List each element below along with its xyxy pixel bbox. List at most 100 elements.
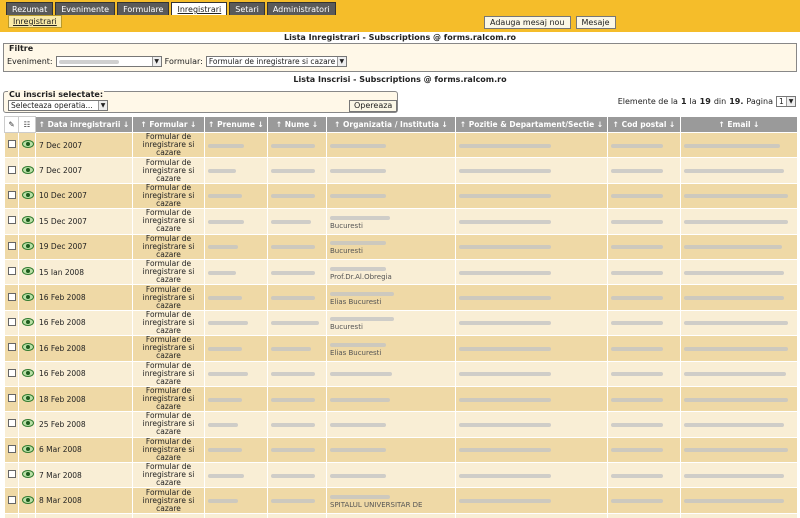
view-eye-icon[interactable] [22, 140, 34, 149]
main-tabs: Rezumat Evenimente Formulare Inregistrar… [6, 2, 336, 15]
view-eye-icon[interactable] [22, 495, 34, 504]
col-email-header[interactable]: ↑ Email ↓ [680, 116, 798, 133]
add-message-button[interactable]: Adauga mesaj nou [484, 16, 571, 29]
row-checkbox[interactable] [8, 165, 16, 174]
tab-formulare[interactable]: Formulare [117, 2, 170, 15]
view-eye-icon[interactable] [22, 267, 34, 276]
view-eye-icon[interactable] [22, 419, 34, 428]
tab-inregistrari[interactable]: Inregistrari [171, 2, 228, 15]
col-firstname-header[interactable]: ↑ Prenume ↓ [204, 116, 268, 133]
row-view-cell [18, 233, 36, 260]
row-checkbox[interactable] [8, 470, 16, 479]
row-checkbox-cell [4, 182, 19, 210]
blurred-text [208, 169, 236, 174]
view-eye-icon[interactable] [22, 444, 34, 453]
blurred-text [208, 143, 244, 148]
row-checkbox[interactable] [8, 368, 16, 377]
table-row: 15 Ian 2008 Formular de inregistrare si c… [4, 258, 798, 286]
col-date-header[interactable]: ↑ Data inregistrarii ↓ [35, 116, 133, 133]
blurred-text [208, 270, 236, 275]
row-checkbox[interactable] [8, 444, 16, 453]
row-postal [607, 512, 681, 518]
form-select[interactable]: Formular de inregistrare si cazare ▼ [205, 56, 347, 67]
row-view-cell [18, 157, 36, 184]
row-checkbox[interactable] [8, 495, 16, 504]
row-checkbox[interactable] [8, 292, 16, 301]
blurred-text [330, 194, 386, 199]
row-checkbox[interactable] [8, 317, 16, 326]
col-position-header[interactable]: ↑ Pozitie & Departament/Sectie ↓ [455, 116, 608, 133]
blurred-text [459, 169, 551, 174]
subtab-inregistrari[interactable]: Inregistrari [8, 15, 62, 28]
blurred-text [330, 143, 386, 148]
blurred-text [330, 495, 390, 500]
top-actions: Adauga mesaj nou Mesaje [484, 16, 616, 29]
row-checkbox-cell [4, 360, 19, 387]
blurred-text [459, 270, 551, 275]
row-firstname [204, 309, 268, 337]
view-eye-icon[interactable] [22, 470, 34, 479]
view-eye-icon[interactable] [22, 241, 34, 250]
row-checkbox[interactable] [8, 419, 16, 428]
row-date: 18 Feb 2008 [35, 385, 133, 413]
blurred-text [330, 292, 394, 297]
pager-to: 19 [699, 97, 711, 106]
operation-select[interactable]: Selecteaza operatia... ▼ [8, 100, 108, 111]
row-position [455, 487, 608, 514]
blurred-text [271, 245, 315, 250]
row-view-cell [18, 360, 36, 387]
row-checkbox[interactable] [8, 394, 16, 403]
tab-rezumat[interactable]: Rezumat [6, 2, 54, 15]
row-postal [607, 385, 681, 413]
row-checkbox-cell [4, 131, 19, 159]
view-eye-icon[interactable] [22, 368, 34, 377]
view-eye-icon[interactable] [22, 190, 34, 199]
messages-button[interactable]: Mesaje [575, 16, 616, 29]
tab-administratori[interactable]: Administratori [266, 2, 336, 15]
row-organization [326, 360, 456, 387]
view-eye-icon[interactable] [22, 292, 34, 301]
row-email [680, 309, 798, 337]
row-checkbox[interactable] [8, 140, 16, 149]
row-date: 16 Feb 2008 [35, 360, 133, 387]
blurred-text [459, 296, 551, 301]
row-form: Formular de inregistrare si cazare [132, 487, 205, 514]
subscribers-title: Lista Inscrisi - Subscriptions @ forms.r… [293, 75, 507, 84]
page-select-value: 1 [779, 97, 784, 106]
table-row: 10 Dec 2007 Formular de inregistrare si c… [4, 182, 798, 210]
view-eye-icon[interactable] [22, 216, 34, 225]
col-lastname-header[interactable]: ↑ Nume ↓ [267, 116, 327, 133]
row-checkbox[interactable] [8, 343, 16, 352]
table-row: 7 Dec 2007 Formular de inregistrare si ca… [4, 131, 798, 159]
blurred-text [271, 422, 315, 427]
view-eye-icon[interactable] [22, 343, 34, 352]
blurred-text [611, 219, 663, 224]
view-eye-icon[interactable] [22, 165, 34, 174]
row-postal [607, 233, 681, 260]
apply-operation-button[interactable]: Opereaza [349, 100, 398, 112]
blurred-text [459, 245, 551, 250]
row-checkbox[interactable] [8, 216, 16, 225]
col-organization-header[interactable]: ↑ Organizatia / Institutia ↓ [326, 116, 456, 133]
tab-evenimente[interactable]: Evenimente [55, 2, 116, 15]
row-firstname [204, 258, 268, 286]
row-checkbox[interactable] [8, 190, 16, 199]
row-position [455, 157, 608, 184]
col-postal-header[interactable]: ↑ Cod postal ↓ [607, 116, 681, 133]
row-checkbox[interactable] [8, 241, 16, 250]
row-checkbox[interactable] [8, 267, 16, 276]
row-position [455, 335, 608, 362]
page-select[interactable]: 1 ▼ [776, 96, 796, 107]
col-form-header[interactable]: ↑ Formular ↓ [132, 116, 205, 133]
blurred-text [208, 422, 238, 427]
row-position [455, 411, 608, 438]
blurred-text [208, 499, 238, 504]
tab-setari[interactable]: Setari [229, 2, 265, 15]
view-eye-icon[interactable] [22, 317, 34, 326]
row-firstname [204, 335, 268, 362]
form-select-value: Formular de inregistrare si cazare [208, 57, 336, 66]
blurred-text [611, 448, 663, 453]
row-date [35, 512, 133, 518]
view-eye-icon[interactable] [22, 394, 34, 403]
event-select[interactable]: ▼ [55, 56, 162, 67]
